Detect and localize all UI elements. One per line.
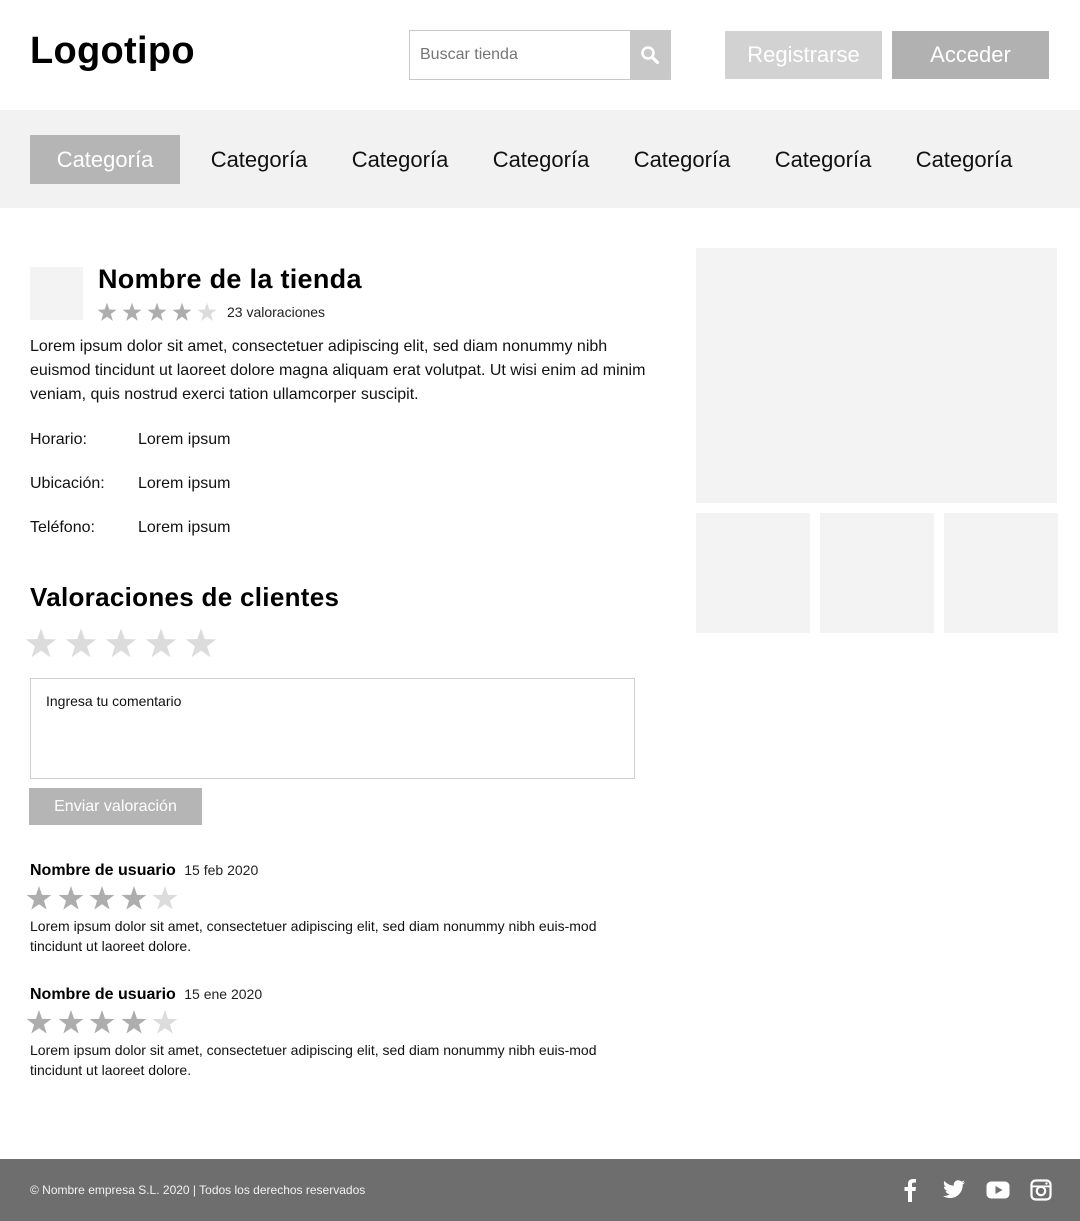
- gallery-thumbnail-2[interactable]: [820, 513, 934, 633]
- reviews-title: Valoraciones de clientes: [30, 582, 340, 612]
- star-icon: [121, 885, 147, 911]
- star-icon: [121, 1009, 147, 1035]
- star-icon[interactable]: [25, 627, 57, 659]
- submit-review-button[interactable]: Enviar valoración: [29, 788, 202, 825]
- star-icon[interactable]: [105, 627, 137, 659]
- review-date: 15 feb 2020: [184, 862, 259, 878]
- location-value: Lorem ipsum: [138, 475, 231, 492]
- review-item: Nombre de usuario 15 feb 2020 Lorem ipsu…: [26, 862, 660, 956]
- twitter-icon: [943, 1180, 965, 1198]
- review-item: Nombre de usuario 15 ene 2020 Lorem ipsu…: [26, 986, 660, 1080]
- store-description: Lorem ipsum dolor sit amet, consectetuer…: [30, 338, 646, 403]
- nav-category-4[interactable]: Categoría: [478, 135, 604, 184]
- phone-value: Lorem ipsum: [138, 519, 231, 536]
- star-icon: [26, 1009, 52, 1035]
- youtube-icon: [986, 1181, 1010, 1199]
- comment-field[interactable]: [30, 678, 635, 779]
- review-text: Lorem ipsum dolor sit amet, consectetuer…: [30, 1042, 597, 1078]
- review-rating-stars: [26, 1009, 660, 1035]
- star-icon: [172, 302, 192, 322]
- store-rating: 23 valoraciones: [97, 302, 325, 322]
- store-logo-placeholder: [30, 267, 83, 320]
- hours-value: Lorem ipsum: [138, 431, 231, 448]
- rating-count: 23 valoraciones: [227, 304, 326, 320]
- nav-category-7[interactable]: Categoría: [901, 135, 1027, 184]
- star-icon: [152, 1009, 178, 1035]
- instagram-icon: [1030, 1179, 1052, 1201]
- star-icon[interactable]: [145, 627, 177, 659]
- logo[interactable]: Logotipo: [30, 30, 195, 73]
- register-button[interactable]: Registrarse: [725, 31, 882, 79]
- login-button[interactable]: Acceder: [892, 31, 1049, 79]
- star-icon[interactable]: [185, 627, 217, 659]
- star-icon: [97, 302, 117, 322]
- review-username: Nombre de usuario: [30, 862, 176, 879]
- store-rating-stars: [97, 302, 217, 322]
- star-icon: [89, 1009, 115, 1035]
- star-icon: [152, 885, 178, 911]
- facebook-icon: [904, 1179, 916, 1202]
- header: Logotipo Registrarse Acceder: [0, 0, 1080, 110]
- star-icon: [197, 302, 217, 322]
- hours-label: Horario:: [30, 431, 87, 448]
- review-rating-stars: [26, 885, 660, 911]
- nav-category-3[interactable]: Categoría: [337, 135, 463, 184]
- nav-category-1[interactable]: Categoría: [30, 135, 180, 184]
- nav-category-5[interactable]: Categoría: [619, 135, 745, 184]
- search-icon: [641, 46, 660, 65]
- review-date: 15 ene 2020: [184, 986, 263, 1002]
- copyright-text: © Nombre empresa S.L. 2020 | Todos los d…: [30, 1183, 366, 1197]
- star-icon: [58, 1009, 84, 1035]
- star-icon: [122, 302, 142, 322]
- gallery-main-image[interactable]: [696, 248, 1057, 503]
- review-text: Lorem ipsum dolor sit amet, consectetuer…: [30, 918, 597, 954]
- search-box: [409, 30, 671, 80]
- footer: © Nombre empresa S.L. 2020 | Todos los d…: [0, 1159, 1080, 1221]
- review-username: Nombre de usuario: [30, 986, 176, 1003]
- category-nav: Categoría Categoría Categoría Categoría …: [0, 110, 1080, 208]
- nav-category-6[interactable]: Categoría: [760, 135, 886, 184]
- gallery-thumbnail-3[interactable]: [944, 513, 1058, 633]
- gallery-thumbnail-1[interactable]: [696, 513, 810, 633]
- twitter-link[interactable]: [941, 1177, 967, 1203]
- facebook-link[interactable]: [897, 1177, 923, 1203]
- instagram-link[interactable]: [1028, 1177, 1054, 1203]
- star-icon: [58, 885, 84, 911]
- youtube-link[interactable]: [985, 1177, 1011, 1203]
- star-icon: [26, 885, 52, 911]
- search-button[interactable]: [630, 31, 670, 79]
- star-icon: [89, 885, 115, 911]
- star-icon[interactable]: [65, 627, 97, 659]
- nav-category-2[interactable]: Categoría: [196, 135, 322, 184]
- search-input[interactable]: [410, 31, 630, 79]
- location-label: Ubicación:: [30, 475, 105, 492]
- rating-star-input: [25, 627, 217, 659]
- phone-label: Teléfono:: [30, 519, 95, 536]
- store-name: Nombre de la tienda: [98, 264, 362, 294]
- star-icon: [147, 302, 167, 322]
